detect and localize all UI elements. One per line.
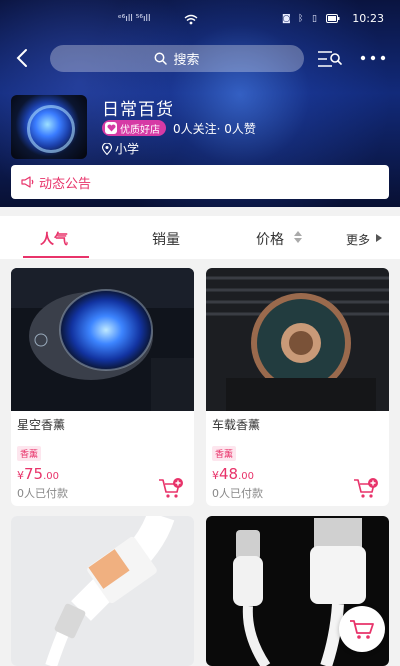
shop-logo bbox=[11, 95, 87, 159]
floating-cart-button[interactable] bbox=[339, 606, 385, 652]
product-card[interactable]: 车载香薰 香薰 ¥48.00 0人已付款 bbox=[206, 268, 389, 506]
product-title: 车载香薰 bbox=[212, 418, 261, 432]
wifi-icon bbox=[184, 14, 198, 28]
battery-icon bbox=[326, 14, 340, 26]
search-input[interactable]: 搜索 bbox=[50, 45, 304, 72]
cart-icon bbox=[350, 620, 374, 639]
location-label: 小学 bbox=[115, 142, 140, 156]
tab-popularity[interactable]: 人气 bbox=[40, 229, 68, 249]
tab-more[interactable]: 更多 bbox=[346, 231, 370, 248]
shop-location: 小学 bbox=[102, 140, 139, 157]
product-card[interactable] bbox=[11, 516, 194, 666]
notice-label: 动态公告 bbox=[39, 176, 92, 192]
sold-count: 0人已付款 bbox=[212, 487, 263, 500]
signal-indicators: ᵉ⁶ıll ⁵⁶ıll bbox=[118, 14, 151, 24]
product-image-usb-cable bbox=[11, 516, 194, 666]
product-price: ¥48.00 bbox=[212, 465, 254, 483]
heart-badge-icon bbox=[105, 122, 117, 134]
back-arrow-icon[interactable] bbox=[12, 47, 34, 69]
product-image-star-diffuser bbox=[11, 268, 194, 411]
shop-stats: 0人关注· 0人赞 bbox=[173, 122, 256, 136]
clock: 10:23 bbox=[352, 12, 384, 25]
triangle-right-icon bbox=[376, 234, 382, 242]
sold-count: 0人已付款 bbox=[17, 487, 68, 500]
shop-name: 日常百货 bbox=[102, 100, 174, 120]
product-tag: 香薰 bbox=[17, 446, 42, 461]
product-price: ¥75.00 bbox=[17, 465, 59, 483]
product-image-car-diffuser bbox=[206, 268, 389, 411]
category-search-icon[interactable] bbox=[316, 49, 342, 69]
megaphone-icon bbox=[21, 176, 34, 188]
vibrate-icon: ▯ bbox=[312, 14, 317, 24]
active-tab-indicator bbox=[23, 256, 89, 258]
sort-tabs: 人气 销量 价格 更多 bbox=[0, 216, 400, 259]
cart-plus-icon[interactable] bbox=[353, 477, 379, 499]
bluetooth-icon: ᛒ bbox=[298, 14, 304, 24]
quality-shop-badge: 优质好店 bbox=[102, 120, 166, 136]
badge-label: 优质好店 bbox=[120, 124, 160, 136]
sort-arrows-icon bbox=[294, 231, 302, 243]
product-tag: 香薰 bbox=[212, 446, 237, 461]
search-placeholder: 搜索 bbox=[173, 53, 200, 68]
search-icon bbox=[155, 52, 168, 65]
alarm-icon: ◙ bbox=[282, 14, 291, 24]
nav-bar: 搜索 bbox=[0, 43, 400, 73]
tab-price[interactable]: 价格 bbox=[256, 229, 284, 249]
product-title: 星空香薰 bbox=[17, 418, 66, 432]
notice-bar[interactable]: 动态公告 bbox=[11, 165, 389, 199]
location-pin-icon bbox=[102, 142, 112, 155]
shop-header: ᵉ⁶ıll ⁵⁶ıll ◙ ᛒ ▯ 10:23 搜索 日常百货 优质好店 0人关… bbox=[0, 0, 400, 207]
more-dots-icon[interactable] bbox=[358, 48, 388, 68]
status-bar: ᵉ⁶ıll ⁵⁶ıll ◙ ᛒ ▯ 10:23 bbox=[0, 10, 400, 26]
cart-plus-icon[interactable] bbox=[158, 477, 184, 499]
tab-sales[interactable]: 销量 bbox=[152, 229, 180, 249]
product-card[interactable]: 星空香薰 香薰 ¥75.00 0人已付款 bbox=[11, 268, 194, 506]
